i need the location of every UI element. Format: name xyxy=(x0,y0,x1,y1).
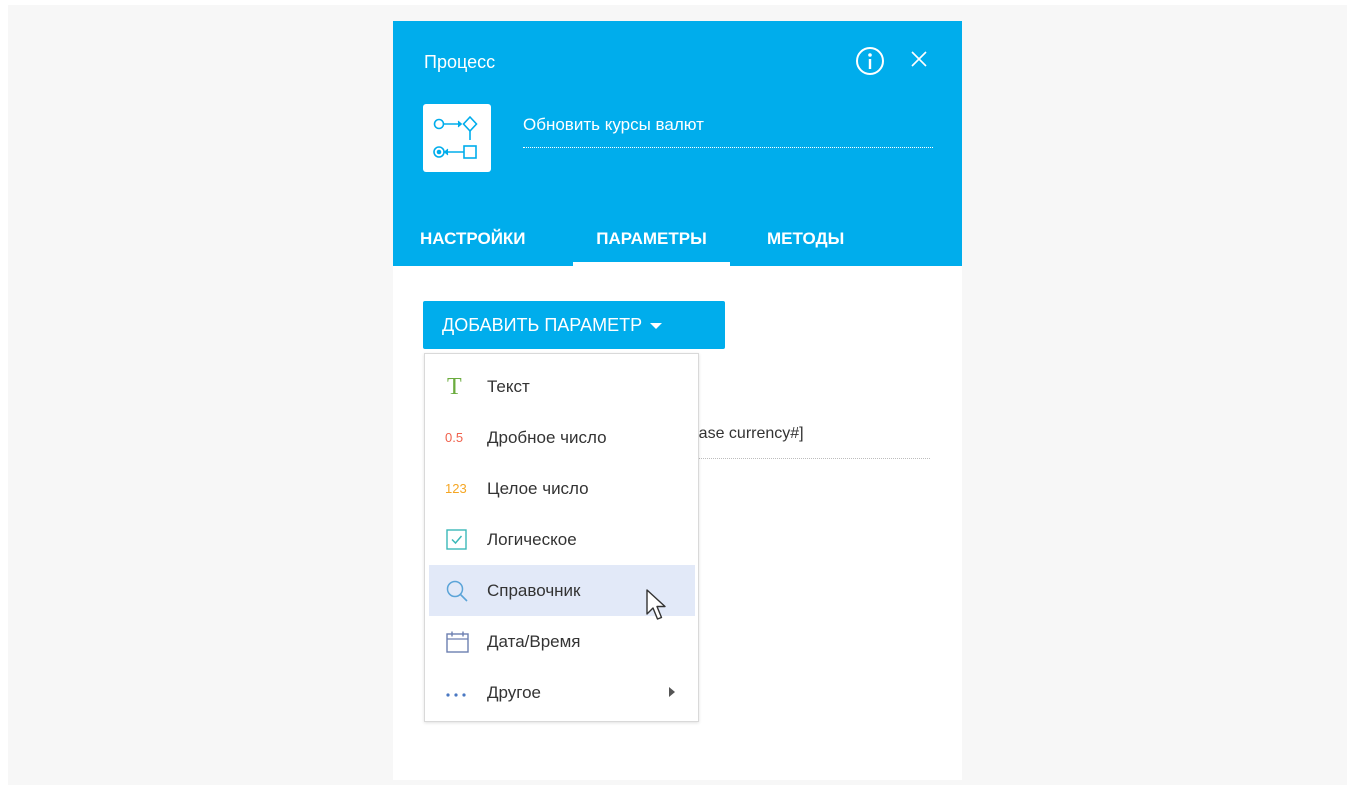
add-parameter-button[interactable]: ДОБАВИТЬ ПАРАМЕТР xyxy=(423,301,725,349)
more-dots-icon xyxy=(446,693,466,697)
process-name-field[interactable]: Обновить курсы валют xyxy=(523,115,933,148)
menu-item-other[interactable]: Другое xyxy=(429,667,695,718)
panel-header: Процесс Обновить курсы валют НАСТРОЙКИ П… xyxy=(393,21,962,266)
parameter-type-menu: T Текст 0.5 Дробное число 123 Целое числ… xyxy=(424,353,699,722)
tab-bar: НАСТРОЙКИ ПАРАМЕТРЫ МЕТОДЫ xyxy=(393,219,962,266)
menu-item-integer[interactable]: 123 Целое число xyxy=(429,463,695,514)
parameter-value-field[interactable]: Base currency#] xyxy=(688,425,930,459)
tab-methods[interactable]: МЕТОДЫ xyxy=(767,219,844,266)
menu-item-label: Справочник xyxy=(487,581,581,600)
checkbox-icon xyxy=(446,529,467,550)
menu-item-label: Целое число xyxy=(487,479,589,498)
menu-item-label: Текст xyxy=(487,377,530,396)
panel-title: Процесс xyxy=(424,52,496,72)
menu-item-text[interactable]: T Текст xyxy=(429,361,695,412)
tab-settings[interactable]: НАСТРОЙКИ xyxy=(420,219,526,266)
menu-item-label: Дата/Время xyxy=(487,632,581,651)
add-parameter-label: ДОБАВИТЬ ПАРАМЕТР xyxy=(442,315,643,335)
submenu-arrow-icon xyxy=(669,687,675,697)
menu-item-boolean[interactable]: Логическое xyxy=(429,514,695,565)
text-type-icon: T xyxy=(447,374,462,400)
search-icon xyxy=(446,580,468,602)
tab-parameters[interactable]: ПАРАМЕТРЫ xyxy=(573,219,730,266)
menu-item-label: Другое xyxy=(487,683,542,702)
menu-item-decimal[interactable]: 0.5 Дробное число xyxy=(429,412,695,463)
menu-item-label: Логическое xyxy=(487,530,577,549)
decimal-number-icon: 0.5 xyxy=(445,430,464,445)
mouse-cursor-icon xyxy=(646,589,666,620)
integer-number-icon: 123 xyxy=(445,481,467,496)
close-icon[interactable] xyxy=(908,48,930,70)
caret-down-icon xyxy=(650,323,663,330)
info-icon[interactable] xyxy=(854,45,886,77)
process-icon xyxy=(423,104,491,172)
calendar-icon xyxy=(446,631,469,653)
menu-item-label: Дробное число xyxy=(487,428,607,447)
